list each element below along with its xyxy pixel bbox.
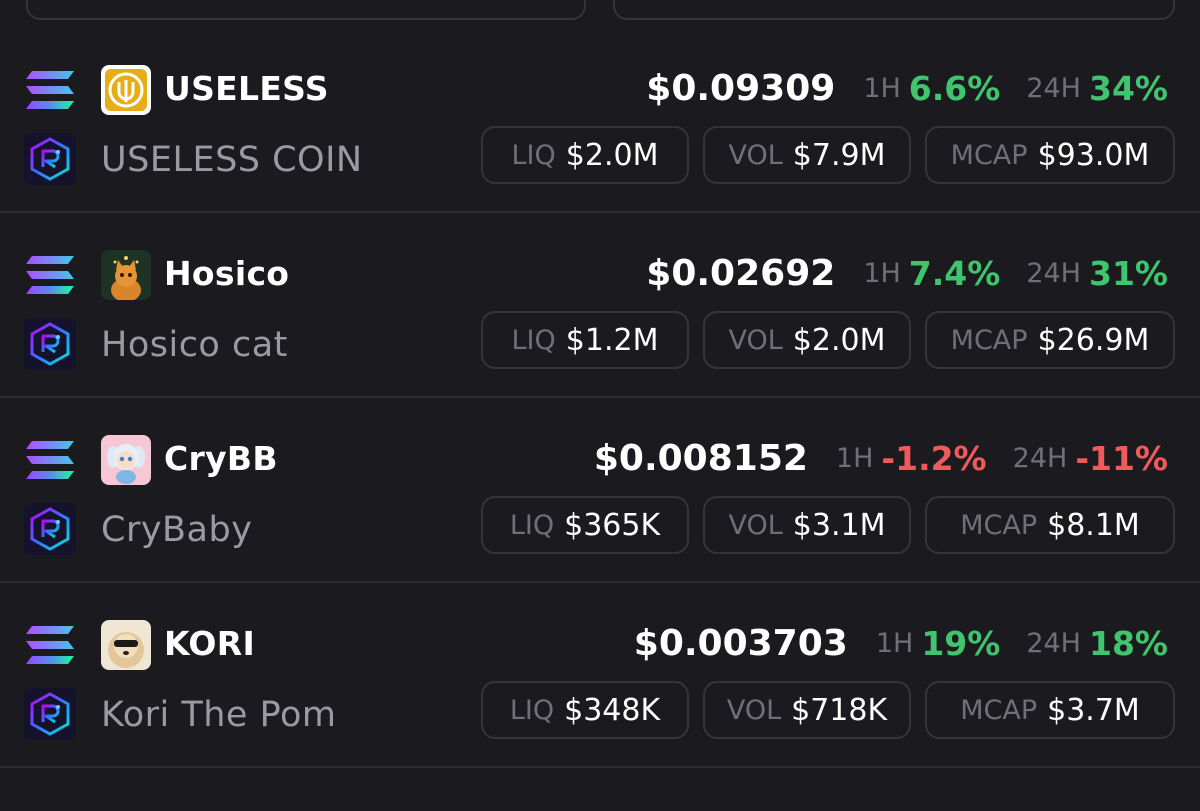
price-line: $0.003703 1H 19% 24H 18%	[634, 621, 1168, 665]
vol-label: VOL	[726, 694, 782, 726]
token-symbol: KORI	[164, 624, 256, 663]
change-24h: -11%	[1075, 438, 1168, 478]
price-line: $0.09309 1H 6.6% 24H 34%	[646, 66, 1168, 110]
token-name: CryBaby	[101, 510, 253, 550]
market-cap-pill[interactable]: MCAP $26.9M	[925, 311, 1175, 369]
timeframe-1h-label: 1H	[863, 72, 901, 104]
top-panel-right[interactable]	[613, 0, 1175, 20]
token-price: $0.008152	[593, 437, 808, 479]
solana-icon	[26, 626, 74, 664]
vol-value: $3.1M	[792, 507, 886, 543]
crybaby-avatar	[101, 435, 151, 485]
hosico-cat-avatar	[101, 250, 151, 300]
vol-label: VOL	[728, 509, 783, 541]
timeframe-1h-label: 1H	[835, 442, 874, 474]
mcap-value: $3.7M	[1047, 692, 1140, 728]
token-price: $0.09309	[646, 67, 836, 109]
liq-value: $1.2M	[565, 322, 659, 358]
price-line: $0.02692 1H 7.4% 24H 31%	[646, 251, 1168, 295]
price-line: $0.008152 1H -1.2% 24H -11%	[594, 436, 1168, 480]
mcap-value: $8.1M	[1047, 507, 1140, 543]
token-symbol: Hosico	[164, 254, 290, 293]
token-symbol: CryBB	[164, 439, 278, 478]
vol-value: $2.0M	[792, 322, 886, 358]
useless-logo	[101, 65, 151, 115]
timeframe-24h-label: 24H	[1026, 72, 1081, 104]
liq-value: $348K	[564, 692, 661, 728]
liquidity-pill[interactable]: LIQ $2.0M	[481, 126, 689, 184]
token-name: Kori The Pom	[101, 695, 337, 735]
token-price: $0.003703	[633, 622, 848, 664]
token-price: $0.02692	[646, 252, 836, 294]
liquidity-pill[interactable]: LIQ $348K	[481, 681, 689, 739]
market-cap-pill[interactable]: MCAP $3.7M	[925, 681, 1175, 739]
raydium-icon	[24, 503, 76, 555]
token-list-screen: USELESS USELESS COIN $0.09309 1H 6.6% 24…	[0, 0, 1200, 811]
timeframe-24h-label: 24H	[1026, 257, 1081, 289]
liq-value: $365K	[564, 507, 661, 543]
top-panel-left[interactable]	[26, 0, 586, 20]
vol-label: VOL	[728, 139, 783, 171]
token-symbol: USELESS	[164, 69, 329, 108]
liq-value: $2.0M	[565, 137, 659, 173]
liq-label: LIQ	[511, 324, 556, 356]
change-24h: 18%	[1089, 623, 1168, 663]
volume-pill[interactable]: VOL $2.0M	[703, 311, 911, 369]
change-24h: 34%	[1089, 68, 1168, 108]
raydium-icon	[24, 688, 76, 740]
volume-pill[interactable]: VOL $7.9M	[703, 126, 911, 184]
token-name: Hosico cat	[101, 325, 288, 365]
token-row-crybb[interactable]: CryBB CryBaby $0.008152 1H -1.2% 24H -11…	[0, 398, 1200, 584]
mcap-label: MCAP	[960, 509, 1038, 541]
liq-label: LIQ	[509, 509, 555, 541]
kori-pom-avatar	[101, 620, 151, 670]
solana-icon	[26, 256, 74, 294]
vol-label: VOL	[728, 324, 783, 356]
liq-label: LIQ	[509, 694, 555, 726]
volume-pill[interactable]: VOL $718K	[703, 681, 911, 739]
change-1h: 6.6%	[908, 68, 1001, 108]
change-1h: 7.4%	[908, 253, 1001, 293]
token-row-useless[interactable]: USELESS USELESS COIN $0.09309 1H 6.6% 24…	[0, 28, 1200, 214]
mcap-value: $93.0M	[1037, 137, 1150, 173]
token-row-hosico[interactable]: Hosico Hosico cat $0.02692 1H 7.4% 24H 3…	[0, 213, 1200, 399]
raydium-icon	[24, 318, 76, 370]
market-cap-pill[interactable]: MCAP $8.1M	[925, 496, 1175, 554]
volume-pill[interactable]: VOL $3.1M	[703, 496, 911, 554]
change-1h: 19%	[921, 623, 1001, 663]
row-divider	[0, 766, 1200, 768]
liq-label: LIQ	[511, 139, 556, 171]
timeframe-1h-label: 1H	[863, 257, 901, 289]
change-24h: 31%	[1089, 253, 1168, 293]
token-name: USELESS COIN	[101, 140, 363, 180]
vol-value: $7.9M	[792, 137, 886, 173]
market-cap-pill[interactable]: MCAP $93.0M	[925, 126, 1175, 184]
raydium-icon	[24, 133, 76, 185]
token-row-kori[interactable]: KORI Kori The Pom $0.003703 1H 19% 24H 1…	[0, 583, 1200, 769]
liquidity-pill[interactable]: LIQ $365K	[481, 496, 689, 554]
mcap-value: $26.9M	[1037, 322, 1150, 358]
solana-icon	[26, 71, 74, 109]
mcap-label: MCAP	[960, 694, 1038, 726]
vol-value: $718K	[791, 692, 888, 728]
mcap-label: MCAP	[950, 139, 1028, 171]
mcap-label: MCAP	[950, 324, 1028, 356]
liquidity-pill[interactable]: LIQ $1.2M	[481, 311, 689, 369]
timeframe-1h-label: 1H	[875, 627, 914, 659]
timeframe-24h-label: 24H	[1012, 442, 1068, 474]
timeframe-24h-label: 24H	[1026, 627, 1081, 659]
change-1h: -1.2%	[881, 438, 987, 478]
solana-icon	[26, 441, 74, 479]
